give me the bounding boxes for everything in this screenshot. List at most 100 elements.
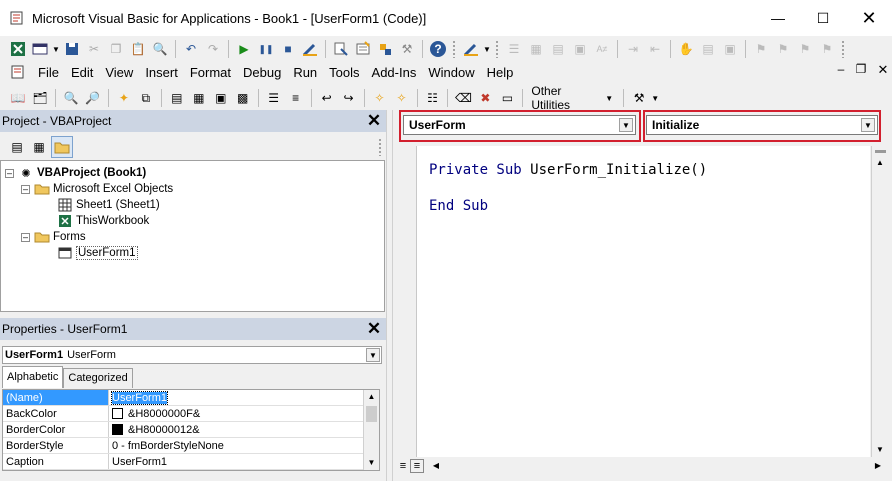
scroll-down-icon[interactable]: ▼ xyxy=(364,456,379,470)
hierarchy-icon[interactable]: ☷ xyxy=(423,88,443,108)
tree-node-userform1[interactable]: UserForm1 xyxy=(57,245,138,261)
outdent-icon[interactable]: ⇤ xyxy=(645,39,665,59)
menu-edit[interactable]: Edit xyxy=(65,65,99,80)
run-icon[interactable]: ▶ xyxy=(234,39,254,59)
menu-tools[interactable]: Tools xyxy=(323,65,365,80)
tab-alphabetic[interactable]: Alphabetic xyxy=(2,366,64,388)
menu-view[interactable]: View xyxy=(99,65,139,80)
tree-node-thisworkbook[interactable]: ThisWorkbook xyxy=(57,213,149,229)
list-properties-icon[interactable]: ☰ xyxy=(504,39,524,59)
splitter-handle[interactable] xyxy=(872,146,888,156)
scroll-up-icon[interactable]: ▲ xyxy=(872,156,888,170)
add-module-icon[interactable]: 📖 xyxy=(8,88,28,108)
text-align-icon[interactable]: ↪ xyxy=(339,88,359,108)
toolbar-grip[interactable] xyxy=(495,40,499,58)
toggle-breakpoint-icon[interactable]: ✋ xyxy=(676,39,696,59)
clear-icon[interactable]: ▭ xyxy=(497,88,517,108)
new-item-icon[interactable]: ✧ xyxy=(370,88,390,108)
delete-icon[interactable]: ✖ xyxy=(475,88,495,108)
find-icon[interactable]: 🔍 xyxy=(150,39,170,59)
tree-node-forms[interactable]: – Forms xyxy=(21,229,86,245)
menu-window[interactable]: Window xyxy=(422,65,480,80)
excel-view-icon[interactable] xyxy=(8,39,28,59)
maximize-button[interactable]: ☐ xyxy=(800,0,846,36)
indent-icon[interactable]: ⇥ xyxy=(623,39,643,59)
reset-icon[interactable]: ■ xyxy=(278,39,298,59)
collapse-icon[interactable]: – xyxy=(21,232,30,242)
scroll-thumb[interactable] xyxy=(366,406,377,422)
next-bookmark-icon[interactable]: ⚑ xyxy=(773,39,793,59)
align-top-icon[interactable]: ▦ xyxy=(189,88,209,108)
properties-window-icon[interactable] xyxy=(353,39,373,59)
property-row[interactable]: Caption UserForm1 xyxy=(3,454,379,470)
property-value[interactable]: 0 - fmBorderStyleNone xyxy=(112,440,224,452)
design-mode-icon-2[interactable] xyxy=(461,39,481,59)
procedure-view-icon[interactable]: ≡ xyxy=(396,460,410,472)
code-editor[interactable]: Private Sub UserForm_Initialize() End Su… xyxy=(416,146,870,457)
magic-wand-icon[interactable]: ✦ xyxy=(114,88,134,108)
code-horizontal-scrollbar[interactable]: ≡ ≡ ◀ ▶ xyxy=(396,457,892,474)
procedure-select[interactable]: Initialize ▼ xyxy=(646,115,878,135)
previous-bookmark-icon[interactable]: ⚑ xyxy=(795,39,815,59)
object-select[interactable]: UserForm ▼ xyxy=(403,115,636,135)
menu-add-ins[interactable]: Add-Ins xyxy=(366,65,423,80)
numbered-list-icon[interactable]: ☰ xyxy=(264,88,284,108)
scroll-left-icon[interactable]: ◀ xyxy=(428,461,444,470)
toggle-folders-icon[interactable] xyxy=(51,136,73,158)
pane-splitter[interactable] xyxy=(386,110,393,481)
mdi-minimize-button[interactable]: – xyxy=(832,62,850,76)
redo-icon[interactable]: ↷ xyxy=(203,39,223,59)
properties-scrollbar[interactable]: ▲ ▼ xyxy=(363,390,379,470)
align-grid-icon[interactable]: ▩ xyxy=(233,88,253,108)
module-menu-icon[interactable] xyxy=(8,62,28,82)
dropdown-arrow-icon[interactable]: ▼ xyxy=(651,88,659,108)
object-browser-icon[interactable] xyxy=(375,39,395,59)
clear-bookmarks-icon[interactable]: ⚑ xyxy=(817,39,837,59)
tab-categorized[interactable]: Categorized xyxy=(63,368,133,388)
form-layout-icon[interactable]: ▤ xyxy=(167,88,187,108)
comment-block-icon[interactable]: ▤ xyxy=(698,39,718,59)
tree-node-excel-objects[interactable]: – Microsoft Excel Objects xyxy=(21,181,173,197)
insert-userform-icon[interactable] xyxy=(30,39,50,59)
toolbox-icon[interactable]: ⚒ xyxy=(397,39,417,59)
undo-icon[interactable]: ↶ xyxy=(181,39,201,59)
toggle-bookmark-icon[interactable]: ⚑ xyxy=(751,39,771,59)
chevron-down-icon[interactable]: ▼ xyxy=(861,118,875,132)
cut-icon[interactable]: ✂ xyxy=(84,39,104,59)
tree-node-vbaproject[interactable]: – ✺ VBAProject (Book1) xyxy=(5,165,146,181)
uncomment-block-icon[interactable]: ▣ xyxy=(720,39,740,59)
collapse-icon[interactable]: – xyxy=(21,184,30,194)
property-row[interactable]: (Name) UserForm1 xyxy=(3,390,379,406)
copy-icon[interactable]: ❐ xyxy=(106,39,126,59)
break-icon[interactable]: ❚❚ xyxy=(256,39,276,59)
align-center-icon[interactable]: ▣ xyxy=(211,88,231,108)
eraser-icon[interactable]: ⌫ xyxy=(453,88,473,108)
quick-info-icon[interactable]: ▤ xyxy=(548,39,568,59)
scroll-right-icon[interactable]: ▶ xyxy=(870,461,886,470)
menu-file[interactable]: File xyxy=(32,65,65,80)
property-row[interactable]: BorderColor &H80000012& xyxy=(3,422,379,438)
parameter-info-icon[interactable]: ▣ xyxy=(570,39,590,59)
property-row[interactable]: BorderStyle 0 - fmBorderStyleNone xyxy=(3,438,379,454)
close-project-panel-button[interactable]: ✕ xyxy=(364,111,384,131)
save-icon[interactable] xyxy=(62,39,82,59)
mdi-close-button[interactable]: ✕ xyxy=(874,62,892,78)
text-wrap-icon[interactable]: ↩ xyxy=(317,88,337,108)
object-search-icon[interactable]: 🔎 xyxy=(83,88,103,108)
toolbar-grip[interactable] xyxy=(841,40,845,58)
mdi-restore-button[interactable]: ❐ xyxy=(852,62,870,76)
binoculars-icon[interactable]: 🔍 xyxy=(61,88,81,108)
property-value[interactable]: UserForm1 xyxy=(112,456,167,468)
view-object-icon[interactable]: ▦ xyxy=(29,137,49,157)
code-line-2[interactable]: End Sub xyxy=(429,198,488,214)
property-row[interactable]: BackColor &H8000000F& xyxy=(3,406,379,422)
project-explorer-icon[interactable] xyxy=(331,39,351,59)
property-value[interactable]: UserForm1 xyxy=(110,390,169,405)
code-explorer-icon[interactable]: 🗂 xyxy=(30,88,50,108)
minimize-button[interactable]: — xyxy=(755,0,801,36)
panel-grip[interactable] xyxy=(378,138,382,156)
tree-node-sheet1[interactable]: Sheet1 (Sheet1) xyxy=(57,197,160,213)
close-window-button[interactable]: ✕ xyxy=(846,0,892,36)
dropdown-arrow-icon[interactable]: ▼ xyxy=(605,94,613,103)
close-properties-panel-button[interactable]: ✕ xyxy=(364,319,384,339)
